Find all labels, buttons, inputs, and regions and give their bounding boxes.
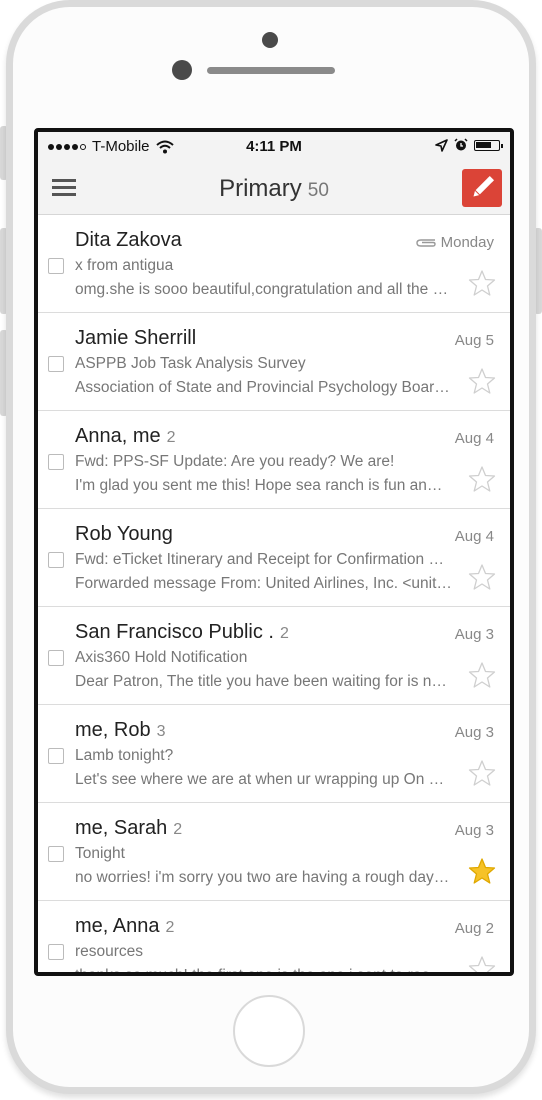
sender-name: me, Sarah bbox=[75, 817, 168, 839]
date-group: Aug 4 bbox=[455, 528, 494, 545]
pencil-icon bbox=[473, 175, 495, 197]
star-icon[interactable] bbox=[468, 563, 496, 591]
app-bar: Primary 50 bbox=[38, 162, 510, 215]
date-group: Aug 5 bbox=[455, 332, 494, 349]
sender-name: Dita Zakova bbox=[75, 229, 182, 251]
email-snippet: Forwarded message From: United Airlines,… bbox=[75, 575, 452, 592]
thread-count: 2 bbox=[165, 919, 175, 936]
sender-line: me, Rob 3 bbox=[75, 719, 166, 742]
sender-name: San Francisco Public . bbox=[75, 621, 274, 643]
status-bar: T-Mobile 4:11 PM bbox=[38, 132, 510, 162]
email-subject: x from antigua bbox=[75, 257, 174, 274]
email-date: Monday bbox=[440, 234, 494, 251]
sender-name: me, Anna bbox=[75, 915, 160, 937]
star-icon[interactable] bbox=[468, 465, 496, 493]
sender-line: Anna, me 2 bbox=[75, 425, 176, 448]
thread-count: 2 bbox=[279, 625, 289, 642]
email-list: Dita Zakova Monday x from antigua omg.she i… bbox=[38, 215, 510, 976]
email-row[interactable]: me, Sarah 2 Aug 3 Tonight no worries! i'm so… bbox=[38, 803, 510, 901]
date-group: Aug 3 bbox=[455, 626, 494, 643]
location-arrow-icon bbox=[435, 138, 448, 152]
email-subject: ASPPB Job Task Analysis Survey bbox=[75, 355, 306, 372]
sender-name: Anna, me bbox=[75, 425, 161, 447]
star-icon[interactable] bbox=[468, 367, 496, 395]
email-snippet: no worries! i'm sorry you two are having… bbox=[75, 869, 450, 886]
unread-count: 50 bbox=[307, 180, 329, 201]
sender-line: Jamie Sherrill bbox=[75, 327, 202, 350]
star-icon[interactable] bbox=[468, 269, 496, 297]
sender-name: Jamie Sherrill bbox=[75, 327, 197, 349]
sender-line: me, Anna 2 bbox=[75, 915, 174, 938]
select-checkbox[interactable] bbox=[48, 944, 64, 960]
battery-fill bbox=[476, 141, 491, 148]
email-row[interactable]: me, Rob 3 Aug 3 Lamb tonight? Let's see wher… bbox=[38, 705, 510, 803]
select-checkbox[interactable] bbox=[48, 650, 64, 666]
email-subject: Lamb tonight? bbox=[75, 747, 174, 764]
email-date: Aug 3 bbox=[454, 626, 494, 643]
date-group: Aug 3 bbox=[455, 724, 494, 741]
star-icon[interactable] bbox=[468, 857, 496, 885]
email-snippet: Let's see where we are at when ur wrappi… bbox=[75, 771, 445, 788]
mailbox-name: Primary bbox=[219, 175, 302, 202]
select-checkbox[interactable] bbox=[48, 748, 64, 764]
proximity-sensor bbox=[172, 60, 192, 80]
email-date: Aug 3 bbox=[454, 822, 494, 839]
email-date: Aug 3 bbox=[454, 724, 494, 741]
sender-name: me, Rob bbox=[75, 719, 151, 741]
select-checkbox[interactable] bbox=[48, 454, 64, 470]
select-checkbox[interactable] bbox=[48, 356, 64, 372]
phone-screen: T-Mobile 4:11 PM Primary 50 Dita Zakova … bbox=[34, 128, 514, 976]
sender-line: Rob Young bbox=[75, 523, 179, 546]
email-row[interactable]: Rob Young Aug 4 Fwd: eTicket Itinerary and… bbox=[38, 509, 510, 607]
star-icon[interactable] bbox=[468, 661, 496, 689]
earpiece-speaker bbox=[207, 67, 335, 74]
sender-line: Dita Zakova bbox=[75, 229, 188, 252]
thread-count: 2 bbox=[173, 821, 183, 838]
select-checkbox[interactable] bbox=[48, 846, 64, 862]
email-row[interactable]: Jamie Sherrill Aug 5 ASPPB Job Task Analys… bbox=[38, 313, 510, 411]
email-subject: Fwd: eTicket Itinerary and Receipt for C… bbox=[75, 551, 444, 568]
star-icon[interactable] bbox=[468, 759, 496, 787]
email-snippet: I'm glad you sent me this! Hope sea ranc… bbox=[75, 477, 443, 494]
email-snippet: omg.she is sooo beautiful,congratulation… bbox=[75, 281, 449, 298]
thread-count: 2 bbox=[166, 429, 176, 446]
email-row[interactable]: Dita Zakova Monday x from antigua omg.she i… bbox=[38, 215, 510, 313]
email-date: Aug 4 bbox=[454, 528, 494, 545]
email-subject: Axis360 Hold Notification bbox=[75, 649, 248, 666]
email-row[interactable]: San Francisco Public . 2 Aug 3 Axis360 Hold… bbox=[38, 607, 510, 705]
select-checkbox[interactable] bbox=[48, 258, 64, 274]
date-group: Aug 4 bbox=[455, 430, 494, 447]
email-date: Aug 2 bbox=[454, 920, 494, 937]
email-snippet: Association of State and Provincial Psyc… bbox=[75, 379, 450, 396]
date-group: Monday bbox=[415, 234, 494, 251]
paperclip-icon bbox=[415, 238, 436, 247]
email-subject: Tonight bbox=[75, 845, 125, 862]
email-date: Aug 4 bbox=[454, 430, 494, 447]
email-subject: resources bbox=[75, 943, 144, 960]
select-checkbox[interactable] bbox=[48, 552, 64, 568]
sender-line: me, Sarah 2 bbox=[75, 817, 182, 840]
email-snippet: thanks so much! the first one is the one… bbox=[75, 967, 446, 976]
front-camera bbox=[262, 32, 278, 48]
email-row[interactable]: me, Anna 2 Aug 2 resources thanks so much! t… bbox=[38, 901, 510, 976]
sender-line: San Francisco Public . 2 bbox=[75, 621, 289, 644]
battery-icon bbox=[474, 139, 503, 151]
home-button[interactable] bbox=[233, 995, 305, 1067]
email-snippet: Dear Patron, The title you have been wai… bbox=[75, 673, 447, 690]
page-title: Primary 50 bbox=[38, 175, 510, 203]
date-group: Aug 3 bbox=[455, 822, 494, 839]
alarm-icon bbox=[454, 138, 468, 151]
thread-count: 3 bbox=[156, 723, 166, 740]
email-subject: Fwd: PPS-SF Update: Are you ready? We ar… bbox=[75, 453, 395, 470]
star-icon[interactable] bbox=[468, 955, 496, 976]
compose-button[interactable] bbox=[462, 169, 502, 207]
email-row[interactable]: Anna, me 2 Aug 4 Fwd: PPS-SF Update: Are yo… bbox=[38, 411, 510, 509]
email-date: Aug 5 bbox=[454, 332, 494, 349]
sender-name: Rob Young bbox=[75, 523, 173, 545]
date-group: Aug 2 bbox=[455, 920, 494, 937]
